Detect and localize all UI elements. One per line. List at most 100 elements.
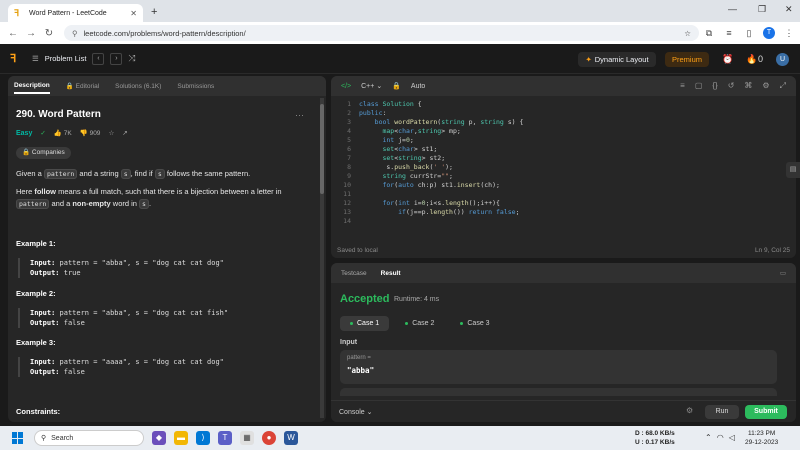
windows-start-icon[interactable] [12,432,24,444]
language-select[interactable]: C++ ⌄ [361,82,382,90]
mode-label[interactable]: Auto [411,83,425,90]
companies-tag[interactable]: 🔒 Companies [16,147,71,159]
bookmark-star-icon[interactable]: ☆ [684,29,691,38]
taskbar-search[interactable]: ⚲ Search [34,430,144,446]
volume-icon[interactable]: ◁ [729,433,735,442]
minimize-icon[interactable]: — [728,4,737,14]
dynamic-layout-label: Dynamic Layout [594,55,649,64]
desc-text: , find if [130,169,155,178]
case-tab-3[interactable]: Case 3 [450,316,499,331]
browser-tab[interactable]: ꟻ Word Pattern - LeetCode ✕ [8,4,143,22]
new-tab-button[interactable]: + [151,6,157,18]
forward-icon[interactable]: → [22,28,40,39]
tab-solutions[interactable]: Solutions (6.1K) [115,83,161,90]
chrome-icon[interactable]: ● [262,431,276,445]
dynamic-layout-button[interactable]: ✦ Dynamic Layout [578,52,656,67]
tab-submissions[interactable]: Submissions [177,83,214,90]
file-explorer-icon[interactable]: ▬ [174,431,188,445]
favorite-star-icon[interactable]: ☆ [108,129,114,137]
premium-button[interactable]: Premium [665,52,709,67]
case-tab-1[interactable]: Case 1 [340,316,390,331]
console-toggle[interactable]: Console ⌄ [339,408,373,416]
profile-avatar[interactable]: T [763,27,775,39]
tab-editorial[interactable]: 🔒 Editorial [66,82,99,90]
bookmark-icon[interactable]: ▢ [695,81,703,91]
undo-icon[interactable]: ↺ [728,81,735,91]
submit-button[interactable]: Submit [745,405,787,419]
site-info-icon[interactable]: ⚲ [72,29,78,38]
leetcode-logo-icon[interactable]: ꟻ [10,52,24,65]
reload-icon[interactable]: ↻ [40,28,58,39]
dislike-button[interactable]: 👎 909 [80,129,101,137]
input-label: Input: [30,259,56,267]
solved-check-icon: ✓ [40,130,46,137]
more-options-icon[interactable]: ⋯ [295,110,304,121]
tab-editorial-label: Editorial [75,83,100,90]
scrollbar-thumb[interactable] [320,104,324,194]
shuffle-icon[interactable]: ⤨ [128,53,135,64]
media-icon[interactable]: ≡ [719,28,739,38]
net-down: D : 68.0 KB/s [635,430,675,437]
close-window-icon[interactable]: ✕ [785,4,793,15]
code-editor-panel: </> C++ ⌄ 🔒 Auto ≡ ▢ {} ↺ ⌘ ⚙ ⤢ 1 2 3 4 … [331,76,796,258]
pass-dot-icon [405,322,409,325]
user-avatar[interactable]: U [776,53,789,66]
thumbs-up-icon: 👍 [53,130,62,137]
network-speed: D : 68.0 KB/s U : 0.17 KB/s [635,429,675,447]
line-number: 14 [343,217,351,225]
wifi-icon[interactable]: ◠ [717,433,724,442]
tab-description[interactable]: Description [14,82,50,94]
tray-chevron-icon[interactable]: ⌃ [705,433,712,442]
like-button[interactable]: 👍 7K [54,129,72,137]
problem-list-link[interactable]: Problem List [45,54,87,63]
like-count: 7K [63,130,72,137]
example-input: pattern = "aaaa", s = "dog cat cat dog" [59,358,224,366]
streak-icon[interactable]: 🔥 [746,54,757,65]
sidepanel-icon[interactable]: ▯ [739,28,759,39]
description-paragraph-2: Here follow means a full match, such tha… [16,186,316,210]
fullscreen-icon[interactable]: ⤢ [780,81,786,91]
difficulty-badge: Easy [16,129,33,137]
share-icon[interactable]: ↗ [122,129,127,137]
leetcode-favicon-icon: ꟻ [14,7,20,18]
result-panel: Testcase Result ▭ Accepted Runtime: 4 ms… [331,263,796,422]
cursor-position: Ln 9, Col 25 [754,246,790,254]
code-icon: </> [341,82,352,90]
teams-icon[interactable]: ◆ [152,431,166,445]
tab-result[interactable]: Result [381,270,401,277]
format-icon[interactable]: ≡ [680,81,685,91]
extensions-icon[interactable]: ⧉ [699,28,719,39]
notes-side-button[interactable]: ▤ [786,162,800,178]
back-icon[interactable]: ← [4,28,22,39]
tab-testcase[interactable]: Testcase [341,270,367,277]
close-tab-icon[interactable]: ✕ [130,9,137,18]
app-icon[interactable]: ▦ [240,431,254,445]
example-block: Input: pattern = "abba", s = "dog cat ca… [18,308,228,328]
inline-code: pattern [43,169,78,179]
vscode-icon[interactable]: ⟩ [196,431,210,445]
chevron-up-icon: ⌄ [366,408,373,416]
description-scrollbar[interactable] [320,98,324,418]
example-output: false [63,368,85,376]
run-button[interactable]: Run [705,405,739,419]
teams-chat-icon[interactable]: T [218,431,232,445]
maximize-icon[interactable]: ❐ [758,4,766,15]
line-number: 1 [347,100,351,108]
settings-icon[interactable]: ⚙ [762,81,769,91]
settings-gear-icon[interactable]: ⚙ [686,406,693,415]
panel-collapse-icon[interactable]: ▭ [780,269,786,277]
word-icon[interactable]: W [284,431,298,445]
menu-kebab-icon[interactable]: ⋮ [779,28,799,39]
desc-text: and a [49,199,73,208]
shortcut-icon[interactable]: ⌘ [744,81,752,91]
case-tab-2[interactable]: Case 2 [395,316,444,331]
timer-icon[interactable]: ⏰ [722,54,733,65]
pass-dot-icon [350,322,353,325]
example-title: Example 2: [16,289,56,298]
taskbar-clock[interactable]: 11:23 PM 29-12-2023 [745,429,778,447]
next-problem-icon[interactable]: › [110,52,123,65]
braces-icon[interactable]: {} [712,81,717,91]
prev-problem-icon[interactable]: ‹ [92,52,105,65]
line-number: 13 [343,208,351,216]
url-field[interactable]: ⚲ leetcode.com/problems/word-pattern/des… [64,25,699,41]
